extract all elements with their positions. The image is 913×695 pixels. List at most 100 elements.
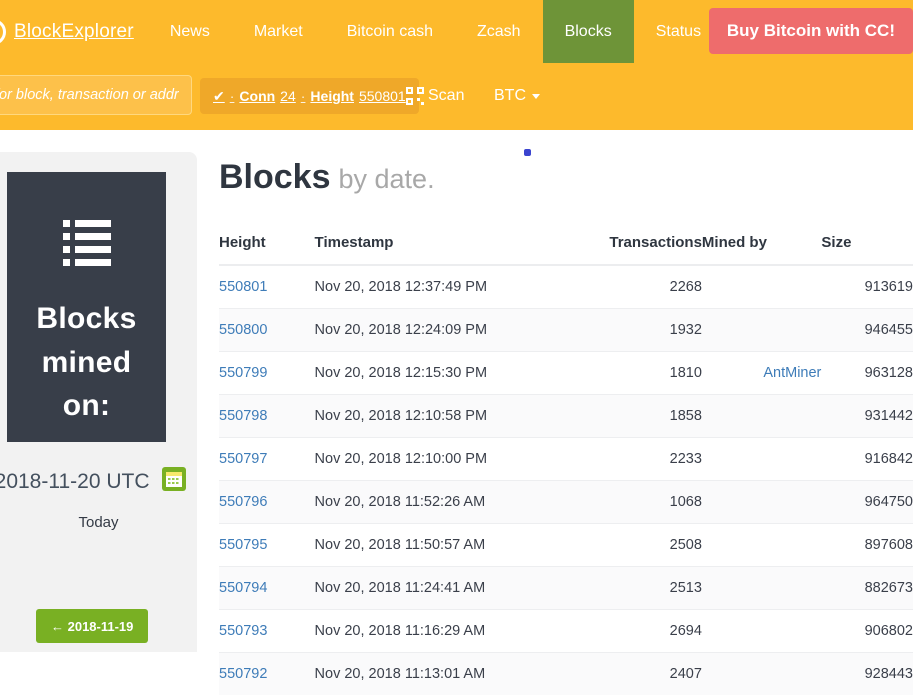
cell-size: 897608 xyxy=(821,524,913,567)
nav-item-market[interactable]: Market xyxy=(232,0,325,63)
block-height-link[interactable]: 550800 xyxy=(219,322,267,338)
column-header-transactions[interactable]: Transactions xyxy=(609,226,702,265)
selected-date-row: 2018-11-20 UTC xyxy=(0,467,197,494)
column-header-mined-by[interactable]: Mined by xyxy=(702,226,821,265)
brand-link[interactable]: BlockExplorer xyxy=(0,0,148,63)
qr-code-icon xyxy=(406,87,424,105)
navbar-primary-row: BlockExplorer News Market Bitcoin cash Z… xyxy=(0,0,913,63)
currency-label: BTC xyxy=(494,87,526,105)
cell-transactions: 2233 xyxy=(609,438,702,481)
block-height-link[interactable]: 550794 xyxy=(219,580,267,596)
cell-transactions: 2508 xyxy=(609,524,702,567)
cell-transactions: 1932 xyxy=(609,309,702,352)
buy-bitcoin-button[interactable]: Buy Bitcoin with CC! xyxy=(709,8,913,54)
cell-transactions: 2513 xyxy=(609,567,702,610)
cell-mined-by xyxy=(702,610,821,653)
block-height-link[interactable]: 550793 xyxy=(219,623,267,639)
search-input[interactable] xyxy=(0,75,192,115)
table-row: 550793Nov 20, 2018 11:16:29 AM2694906802 xyxy=(219,610,913,653)
navbar: BlockExplorer News Market Bitcoin cash Z… xyxy=(0,0,913,130)
table-row: 550795 Nov 20, 2018 11:50:57 AM2508 897608 xyxy=(219,524,913,567)
nav-item-news[interactable]: News xyxy=(148,0,232,63)
cell-transactions: 2694 xyxy=(609,610,702,653)
cell-mined-by xyxy=(702,395,821,438)
today-label: Today xyxy=(0,514,197,531)
block-height-link[interactable]: 550796 xyxy=(219,494,267,510)
conn-label: Conn xyxy=(239,88,275,104)
cell-transactions: 2407 xyxy=(609,653,702,695)
conn-value: 24 xyxy=(280,88,296,104)
cell-height: 550797 xyxy=(219,438,315,481)
scan-button[interactable]: Scan xyxy=(406,78,464,114)
cell-timestamp: Nov 20, 2018 11:52:26 AM xyxy=(315,481,610,524)
status-separator-2: · xyxy=(301,88,306,104)
table-row: 550796 Nov 20, 2018 11:52:26 AM1068 964750 xyxy=(219,481,913,524)
sidebar: Blocks mined on: 2018-11-20 UTC xyxy=(0,152,197,652)
currency-selector[interactable]: BTC xyxy=(494,78,540,114)
cell-size: 928443 xyxy=(821,653,913,695)
block-height-link[interactable]: 550792 xyxy=(219,666,267,682)
brand-label: BlockExplorer xyxy=(14,21,134,43)
status-separator-1: · xyxy=(230,88,235,104)
calendar-icon[interactable] xyxy=(162,467,186,491)
blocks-table: Height Timestamp Transactions Mined by S… xyxy=(219,226,913,695)
search-wrapper xyxy=(0,75,192,115)
nav-item-bitcoin-cash[interactable]: Bitcoin cash xyxy=(325,0,455,63)
cell-transactions: 2268 xyxy=(609,265,702,309)
cell-size: 963128 xyxy=(821,352,913,395)
cell-size: 916842 xyxy=(821,438,913,481)
cell-size: 964750 xyxy=(821,481,913,524)
cell-timestamp: Nov 20, 2018 12:15:30 PM xyxy=(315,352,610,395)
connection-status-badge[interactable]: ✔ · Conn 24 · Height 550801 xyxy=(200,78,419,114)
table-head: Height Timestamp Transactions Mined by S… xyxy=(219,226,913,265)
main-content: Blocks by date. Height Timestamp Transact… xyxy=(219,130,913,652)
block-height-link[interactable]: 550799 xyxy=(219,365,267,381)
cell-height: 550792 xyxy=(219,653,315,695)
cell-transactions: 1810 xyxy=(609,352,702,395)
cell-timestamp: Nov 20, 2018 11:24:41 AM xyxy=(315,567,610,610)
column-header-size[interactable]: Size xyxy=(821,226,913,265)
cell-size: 931442 xyxy=(821,395,913,438)
check-icon: ✔ xyxy=(213,88,225,105)
table-row: 550792Nov 20, 2018 11:13:01 AM2407928443 xyxy=(219,653,913,695)
cell-height: 550793 xyxy=(219,610,315,653)
cell-mined-by xyxy=(702,265,821,309)
cell-height: 550798 xyxy=(219,395,315,438)
column-header-timestamp[interactable]: Timestamp xyxy=(315,226,610,265)
blocks-mined-card: Blocks mined on: xyxy=(7,172,166,442)
cell-mined-by xyxy=(702,524,821,567)
cell-size: 913619 xyxy=(821,265,913,309)
cell-mined-by: AntMiner xyxy=(702,352,821,395)
cell-size: 946455 xyxy=(821,309,913,352)
cell-transactions: 1858 xyxy=(609,395,702,438)
block-height-link[interactable]: 550801 xyxy=(219,279,267,295)
cell-timestamp: Nov 20, 2018 12:10:00 PM xyxy=(315,438,610,481)
previous-day-button[interactable]: ← 2018-11-19 xyxy=(36,609,148,643)
cell-mined-by xyxy=(702,653,821,695)
nav-item-blocks[interactable]: Blocks xyxy=(543,0,634,63)
page-title-main: Blocks xyxy=(219,158,331,196)
page-title: Blocks by date. xyxy=(219,158,435,197)
height-label: Height xyxy=(310,88,354,104)
block-height-link[interactable]: 550798 xyxy=(219,408,267,424)
cell-transactions: 1068 xyxy=(609,481,702,524)
cell-height: 550801 xyxy=(219,265,315,309)
cell-height: 550799 xyxy=(219,352,315,395)
page-title-sub: by date. xyxy=(339,164,435,194)
cell-size: 882673 xyxy=(821,567,913,610)
cell-timestamp: Nov 20, 2018 12:10:58 PM xyxy=(315,395,610,438)
loading-dot-indicator xyxy=(524,149,531,156)
cell-mined-by xyxy=(702,309,821,352)
nav-item-zcash[interactable]: Zcash xyxy=(455,0,543,63)
cell-mined-by xyxy=(702,567,821,610)
cell-height: 550794 xyxy=(219,567,315,610)
cell-height: 550800 xyxy=(219,309,315,352)
scan-label: Scan xyxy=(428,87,464,105)
cell-timestamp: Nov 20, 2018 11:50:57 AM xyxy=(315,524,610,567)
block-height-link[interactable]: 550797 xyxy=(219,451,267,467)
miner-link[interactable]: AntMiner xyxy=(763,365,821,381)
page-body: Blocks mined on: 2018-11-20 UTC xyxy=(0,130,913,652)
column-header-height[interactable]: Height xyxy=(219,226,315,265)
table-header-row: Height Timestamp Transactions Mined by S… xyxy=(219,226,913,265)
block-height-link[interactable]: 550795 xyxy=(219,537,267,553)
